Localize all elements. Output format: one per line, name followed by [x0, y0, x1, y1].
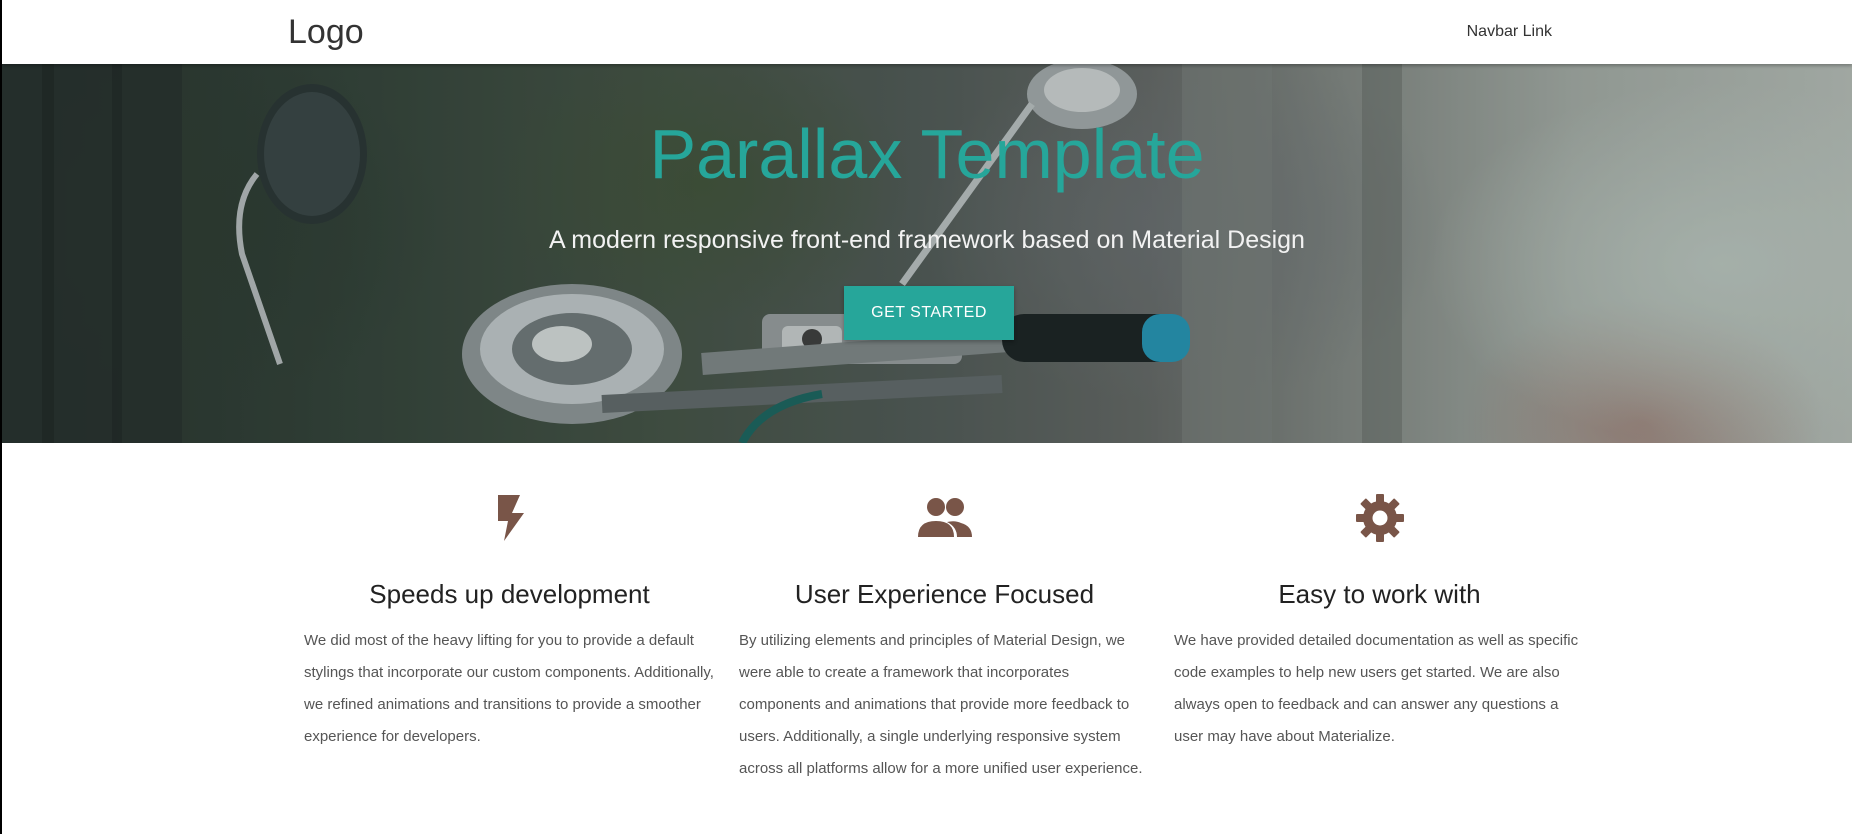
page: Logo Navbar Link Parallax Template A mod… — [0, 0, 1852, 834]
hero-parallax: Parallax Template A modern responsive fr… — [2, 64, 1852, 443]
feature-text: We did most of the heavy lifting for you… — [304, 632, 714, 745]
flash-icon — [292, 493, 727, 543]
feature-text: By utilizing elements and principles of … — [739, 632, 1143, 777]
feature-title: Speeds up development — [369, 579, 650, 609]
hero-subtitle: A modern responsive front-end framework … — [549, 226, 1305, 254]
settings-icon — [1162, 493, 1597, 543]
logo-link[interactable]: Logo — [288, 12, 364, 52]
hero-content: Parallax Template A modern responsive fr… — [2, 64, 1852, 443]
group-icon — [727, 493, 1162, 543]
feature-text: We have provided detailed documentation … — [1174, 632, 1579, 745]
feature-title: Easy to work with — [1278, 579, 1481, 609]
hero-title: Parallax Template — [649, 115, 1205, 193]
navbar-link[interactable]: Navbar Link — [1467, 20, 1552, 44]
navbar: Logo Navbar Link — [2, 0, 1852, 64]
feature-title: User Experience Focused — [794, 579, 1095, 609]
get-started-button[interactable]: GET STARTED — [844, 286, 1014, 340]
